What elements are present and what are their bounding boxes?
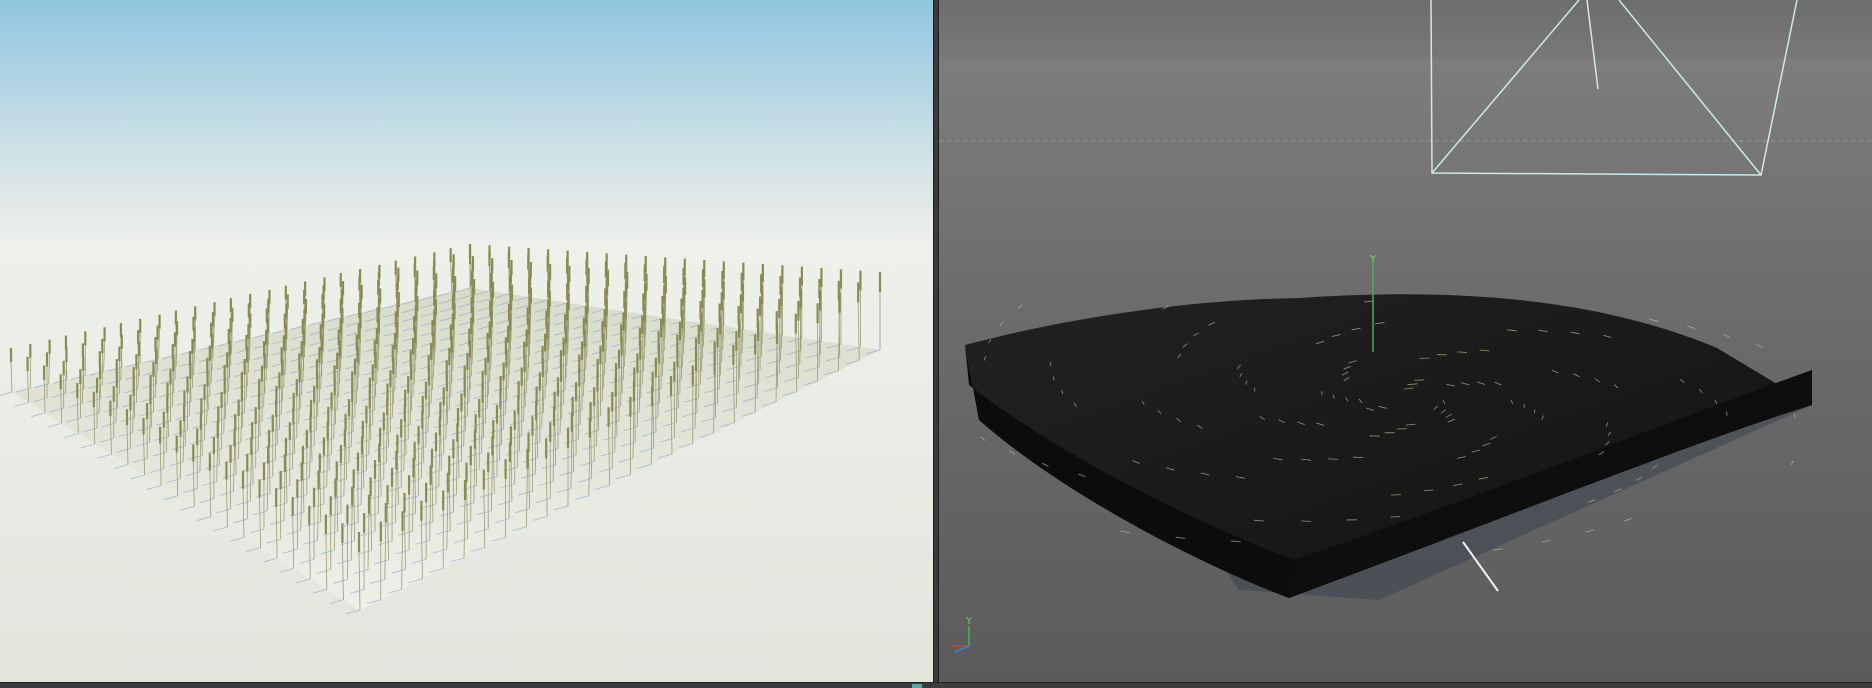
render-viewport[interactable]: [0, 0, 933, 682]
app-window: Y Y: [0, 0, 1872, 688]
render-canvas: [0, 0, 933, 682]
editor-canvas: Y Y: [939, 0, 1872, 682]
editor-viewport[interactable]: Y Y: [939, 0, 1872, 682]
status-strip: [0, 682, 1872, 688]
gizmo-y-label: Y: [965, 616, 973, 627]
object-axis-label: Y: [1369, 254, 1377, 265]
status-indicator: [912, 684, 922, 688]
